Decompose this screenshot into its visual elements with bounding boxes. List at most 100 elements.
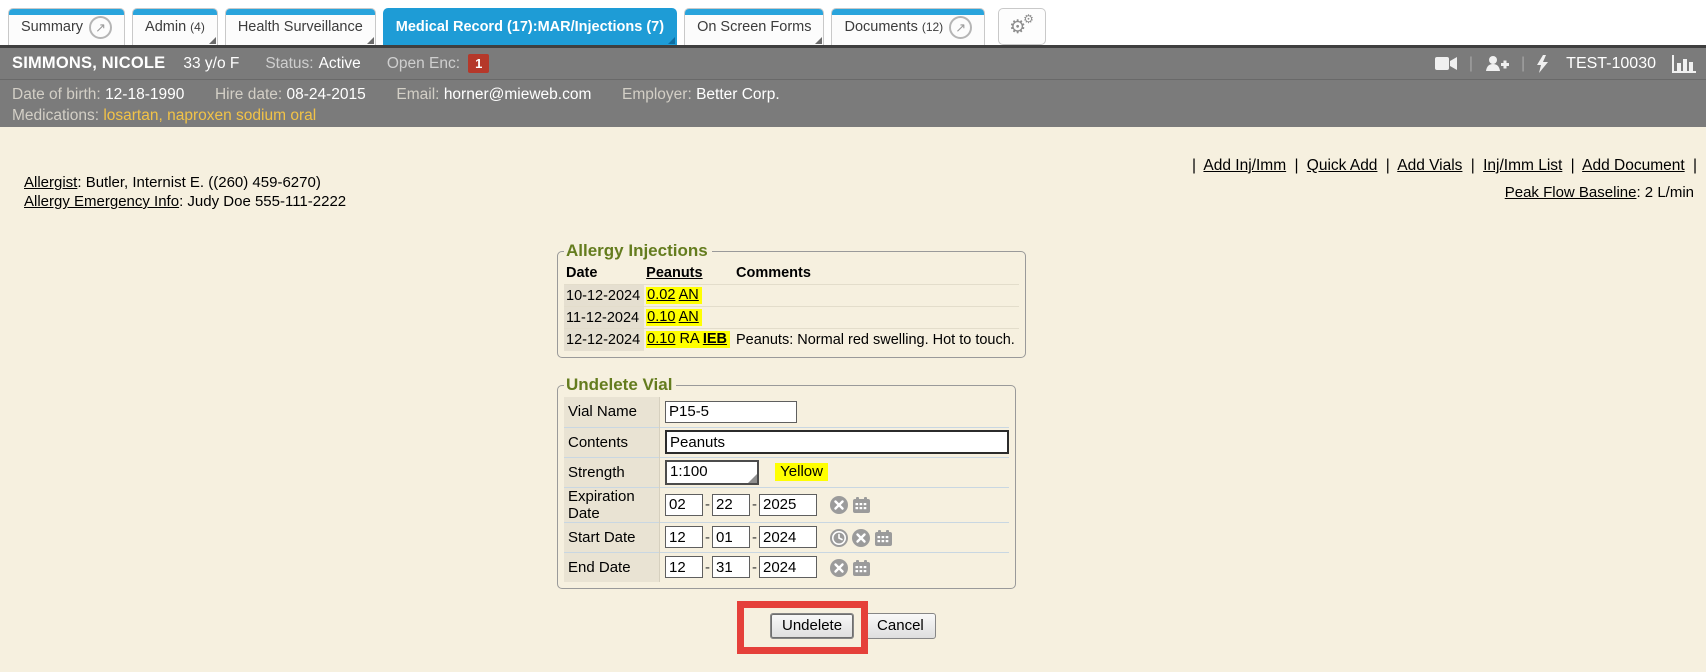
allergy-emergency-info-link[interactable]: Allergy Emergency Info	[24, 193, 179, 210]
quick-links: | Add Inj/Imm | Quick Add | Add Vials | …	[1188, 157, 1701, 175]
date-separator: -	[705, 559, 710, 576]
strength-combobox[interactable]: 1:100	[665, 460, 759, 485]
start-day-input[interactable]	[712, 526, 750, 548]
video-camera-icon[interactable]	[1435, 56, 1457, 71]
demographics-line: Date of birth: 12-18-1990 Hire date: 08-…	[12, 84, 1694, 105]
end-month-input[interactable]	[665, 556, 703, 578]
clear-date-icon[interactable]	[852, 529, 870, 547]
tab-health-surveillance[interactable]: Health Surveillance	[225, 8, 376, 45]
calendar-icon[interactable]	[852, 559, 871, 577]
col-header-peanuts-link[interactable]: Peanuts	[646, 265, 702, 281]
tab-on-screen-forms[interactable]: On Screen Forms	[684, 8, 824, 45]
toolbar-separator: |	[1521, 55, 1525, 73]
external-link-icon[interactable]: ↗	[89, 16, 112, 39]
site-link[interactable]: AN	[679, 309, 699, 325]
start-date-label: Start Date	[564, 522, 660, 552]
patient-name: SIMMONS, NICOLE	[12, 54, 165, 73]
open-encounter-badge[interactable]: 1	[468, 54, 489, 73]
end-year-input[interactable]	[759, 556, 817, 578]
undelete-button[interactable]: Undelete	[770, 613, 854, 639]
allergy-contact-info: Allergist: Butler, Internist E. ((260) 4…	[24, 173, 346, 211]
allergy-emergency-line: Allergy Emergency Info: Judy Doe 555-111…	[24, 192, 346, 211]
medications-line: Medications: losartan, naproxen sodium o…	[12, 105, 1694, 126]
tab-count: (12)	[922, 20, 943, 34]
add-person-icon[interactable]	[1485, 55, 1509, 72]
link-separator: |	[1192, 157, 1196, 174]
tab-menu-fold-icon	[815, 37, 822, 44]
undelete-vial-legend: Undelete Vial	[564, 375, 676, 395]
contents-label: Contents	[564, 427, 660, 457]
peak-flow-baseline-link[interactable]: Peak Flow Baseline	[1505, 184, 1637, 201]
end-day-input[interactable]	[712, 556, 750, 578]
tab-summary[interactable]: Summary ↗	[8, 8, 125, 45]
start-month-input[interactable]	[665, 526, 703, 548]
bar-chart-icon[interactable]	[1672, 55, 1696, 73]
form-row-contents: Contents	[564, 427, 1009, 457]
calendar-icon[interactable]	[852, 496, 871, 514]
calendar-icon[interactable]	[874, 529, 893, 547]
cancel-button[interactable]: Cancel	[865, 613, 936, 639]
clear-date-icon[interactable]	[830, 496, 848, 514]
add-inj-imm-link[interactable]: Add Inj/Imm	[1203, 157, 1286, 174]
medication-link-losartan[interactable]: losartan	[103, 107, 158, 124]
strength-label: Strength	[564, 457, 660, 487]
tab-admin[interactable]: Admin (4)	[132, 8, 218, 45]
settings-button[interactable]: ⚙ ⚙	[998, 8, 1046, 45]
form-row-end-date: End Date - -	[564, 552, 1009, 582]
clear-date-icon[interactable]	[830, 559, 848, 577]
vial-name-input[interactable]	[665, 401, 797, 423]
gear-icon-small: ⚙	[1023, 12, 1034, 26]
reaction-code: RA	[679, 331, 698, 347]
add-document-link[interactable]: Add Document	[1582, 157, 1685, 174]
injection-comment	[734, 307, 1019, 329]
external-link-icon[interactable]: ↗	[949, 16, 972, 39]
dose-link[interactable]: 0.02	[647, 287, 675, 303]
date-separator: -	[752, 496, 757, 513]
medication-separator: ,	[158, 107, 162, 124]
link-separator: |	[1386, 157, 1390, 174]
status-label: Status:	[265, 55, 313, 73]
start-year-input[interactable]	[759, 526, 817, 548]
tab-medical-record[interactable]: Medical Record (17):MAR/Injections (7)	[383, 8, 677, 45]
allergist-line: Allergist: Butler, Internist E. ((260) 4…	[24, 173, 346, 192]
dose-chip: 0.10 AN	[646, 309, 702, 326]
tab-bar: Summary ↗ Admin (4) Health Surveillance …	[0, 0, 1706, 45]
clock-icon[interactable]	[830, 529, 848, 547]
tab-label: Medical Record (17):MAR/Injections (7)	[396, 19, 664, 35]
lightning-icon[interactable]	[1537, 55, 1548, 73]
dob-label: Date of birth:	[12, 86, 101, 103]
email-value: horner@mieweb.com	[444, 86, 592, 103]
expiration-month-input[interactable]	[665, 494, 703, 516]
link-separator: |	[1294, 157, 1298, 174]
dose-chip: 0.02 AN	[646, 287, 702, 304]
open-enc-label: Open Enc:	[387, 55, 460, 73]
add-vials-link[interactable]: Add Vials	[1397, 157, 1462, 174]
end-date-label: End Date	[564, 552, 660, 582]
tab-label: Documents	[844, 19, 917, 35]
inj-imm-list-link[interactable]: Inj/Imm List	[1483, 157, 1562, 174]
quick-add-link[interactable]: Quick Add	[1307, 157, 1378, 174]
patient-info-bar: Date of birth: 12-18-1990 Hire date: 08-…	[0, 79, 1706, 127]
contents-input[interactable]	[665, 430, 1009, 454]
allergist-link[interactable]: Allergist	[24, 174, 77, 191]
tab-documents[interactable]: Documents (12) ↗	[831, 8, 985, 45]
form-buttons: Undelete Cancel	[770, 613, 936, 639]
medication-link-naproxen[interactable]: naproxen sodium oral	[167, 107, 316, 124]
dose-link[interactable]: 0.10	[647, 309, 675, 325]
vial-name-label: Vial Name	[564, 397, 660, 427]
date-separator: -	[752, 559, 757, 576]
expiration-day-input[interactable]	[712, 494, 750, 516]
status-value: Active	[319, 55, 361, 73]
site-link[interactable]: AN	[679, 287, 699, 303]
link-separator: |	[1693, 157, 1697, 174]
tab-menu-fold-icon	[668, 37, 675, 44]
site-link[interactable]: IEB	[703, 331, 727, 347]
injection-row: 11-12-2024 0.10 AN	[564, 307, 1019, 329]
form-row-expiration-date: Expiration Date --	[564, 487, 1009, 522]
strength-value: 1:100	[670, 463, 708, 480]
dose-link[interactable]: 0.10	[647, 331, 675, 347]
medications-label: Medications:	[12, 107, 99, 124]
allergy-injections-fieldset: Allergy Injections Date Peanuts Comments…	[557, 241, 1026, 358]
expiration-year-input[interactable]	[759, 494, 817, 516]
injection-date: 11-12-2024	[564, 307, 644, 329]
